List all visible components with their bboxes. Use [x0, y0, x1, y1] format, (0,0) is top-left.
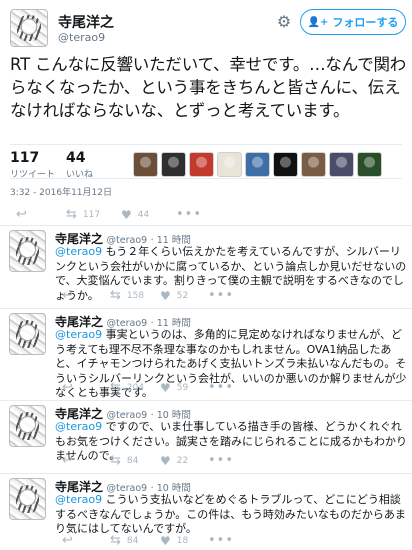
heart-icon: ♥: [160, 454, 171, 468]
more-button[interactable]: •••: [208, 380, 234, 396]
liker-avatar[interactable]: [133, 152, 158, 177]
retweet-action-count: 84: [126, 456, 139, 466]
like-button[interactable]: ♥ 22: [160, 453, 188, 469]
like-stat[interactable]: 44 いいね: [66, 150, 93, 180]
retweet-icon: ⇆: [66, 207, 77, 222]
liker-avatar[interactable]: [301, 152, 326, 177]
divider: [10, 144, 402, 145]
reply-button[interactable]: ↩: [62, 380, 73, 396]
more-icon: •••: [208, 533, 235, 548]
retweet-button[interactable]: ⇆ 117: [66, 207, 100, 223]
retweet-button[interactable]: ⇆ 204: [110, 380, 144, 396]
more-icon: •••: [208, 288, 235, 303]
reply-mention[interactable]: @terao9: [55, 420, 102, 433]
reply-button[interactable]: ↩: [16, 207, 27, 223]
follow-button-label: フォローする: [332, 16, 399, 29]
retweet-icon: ⇆: [110, 533, 121, 548]
reply-avatar[interactable]: [9, 313, 46, 355]
reply-avatar[interactable]: [9, 478, 46, 520]
retweet-action-count: 117: [82, 210, 101, 220]
like-button[interactable]: ♥ 52: [160, 288, 188, 304]
like-button[interactable]: ♥ 18: [160, 533, 188, 549]
more-button[interactable]: •••: [176, 207, 202, 223]
like-action-count: 52: [176, 291, 189, 301]
reply-icon: ↩: [62, 380, 73, 395]
tweet-text: RT こんなに反響いただいて、幸せです。…なんで関わらなくなったか、という事をき…: [10, 55, 407, 120]
more-button[interactable]: •••: [208, 453, 234, 469]
liker-avatar[interactable]: [161, 152, 186, 177]
liker-avatar[interactable]: [273, 152, 298, 177]
divider: [0, 400, 412, 401]
retweet-action-count: 84: [126, 536, 139, 546]
reply-mention[interactable]: @terao9: [55, 328, 102, 341]
heart-icon: ♥: [121, 208, 132, 222]
retweet-icon: ⇆: [110, 288, 121, 303]
reply-text: @terao9 こういう支払いなどをめぐるトラブルって、どこにどう相談するべきな…: [55, 493, 407, 537]
like-action-count: 18: [176, 536, 189, 546]
retweet-button[interactable]: ⇆ 84: [110, 453, 138, 469]
like-action-count: 22: [176, 456, 189, 466]
more-icon: •••: [176, 207, 203, 222]
retweet-button[interactable]: ⇆ 158: [110, 288, 144, 304]
reply-button[interactable]: ↩: [62, 453, 73, 469]
liker-avatar[interactable]: [217, 152, 242, 177]
reply-author-name[interactable]: 寺尾洋之: [55, 232, 103, 246]
like-button[interactable]: ♥ 44: [121, 207, 149, 223]
reply-author-name[interactable]: 寺尾洋之: [55, 407, 103, 421]
gear-icon[interactable]: ⚙: [275, 13, 293, 31]
retweet-stat[interactable]: 117 リツイート: [10, 150, 55, 180]
divider: [0, 225, 412, 226]
more-button[interactable]: •••: [208, 288, 234, 304]
more-icon: •••: [208, 380, 235, 395]
retweet-icon: ⇆: [110, 453, 121, 468]
follow-button[interactable]: 👤+ フォローする: [300, 9, 406, 35]
like-action-count: 44: [137, 210, 150, 220]
like-action-count: 59: [176, 383, 189, 393]
reply-mention[interactable]: @terao9: [55, 493, 102, 506]
tweet-timestamp[interactable]: 3:32 - 2016年11月12日: [10, 185, 112, 198]
retweet-action-count: 158: [126, 291, 145, 301]
author-handle[interactable]: @terao9: [58, 31, 105, 44]
liker-avatar[interactable]: [329, 152, 354, 177]
retweet-action-count: 204: [126, 383, 145, 393]
reply-button[interactable]: ↩: [62, 288, 73, 304]
reply-body: こういう支払いなどをめぐるトラブルって、どこにどう相談するべきなんでしょうか。こ…: [55, 493, 406, 535]
liker-avatar[interactable]: [357, 152, 382, 177]
retweet-count: 117: [10, 150, 40, 166]
reply-icon: ↩: [62, 533, 73, 548]
retweet-button[interactable]: ⇆ 84: [110, 533, 138, 549]
reply-author-name[interactable]: 寺尾洋之: [55, 315, 103, 329]
like-button[interactable]: ♥ 59: [160, 380, 188, 396]
author-avatar[interactable]: [10, 9, 48, 47]
more-button[interactable]: •••: [208, 533, 234, 549]
heart-icon: ♥: [160, 289, 171, 303]
reply-icon: ↩: [62, 453, 73, 468]
reply-icon: ↩: [62, 288, 73, 303]
heart-icon: ♥: [160, 381, 171, 395]
reply-button[interactable]: ↩: [62, 533, 73, 549]
divider: [0, 473, 412, 474]
reply-mention[interactable]: @terao9: [55, 245, 102, 258]
liker-avatar[interactable]: [245, 152, 270, 177]
follow-user-icon: 👤+: [307, 16, 329, 28]
heart-icon: ♥: [160, 534, 171, 548]
retweet-icon: ⇆: [110, 380, 121, 395]
divider: [0, 308, 412, 309]
tweet-stats: 117 リツイート 44 いいね: [10, 150, 402, 188]
reply-icon: ↩: [16, 207, 27, 222]
author-name[interactable]: 寺尾洋之: [58, 12, 114, 32]
divider: [10, 178, 402, 179]
more-icon: •••: [208, 453, 235, 468]
like-count: 44: [66, 150, 86, 166]
reply-author-name[interactable]: 寺尾洋之: [55, 480, 103, 494]
liker-avatars: [133, 152, 382, 177]
liker-avatar[interactable]: [189, 152, 214, 177]
reply-avatar[interactable]: [9, 230, 46, 272]
reply-avatar[interactable]: [9, 405, 46, 447]
